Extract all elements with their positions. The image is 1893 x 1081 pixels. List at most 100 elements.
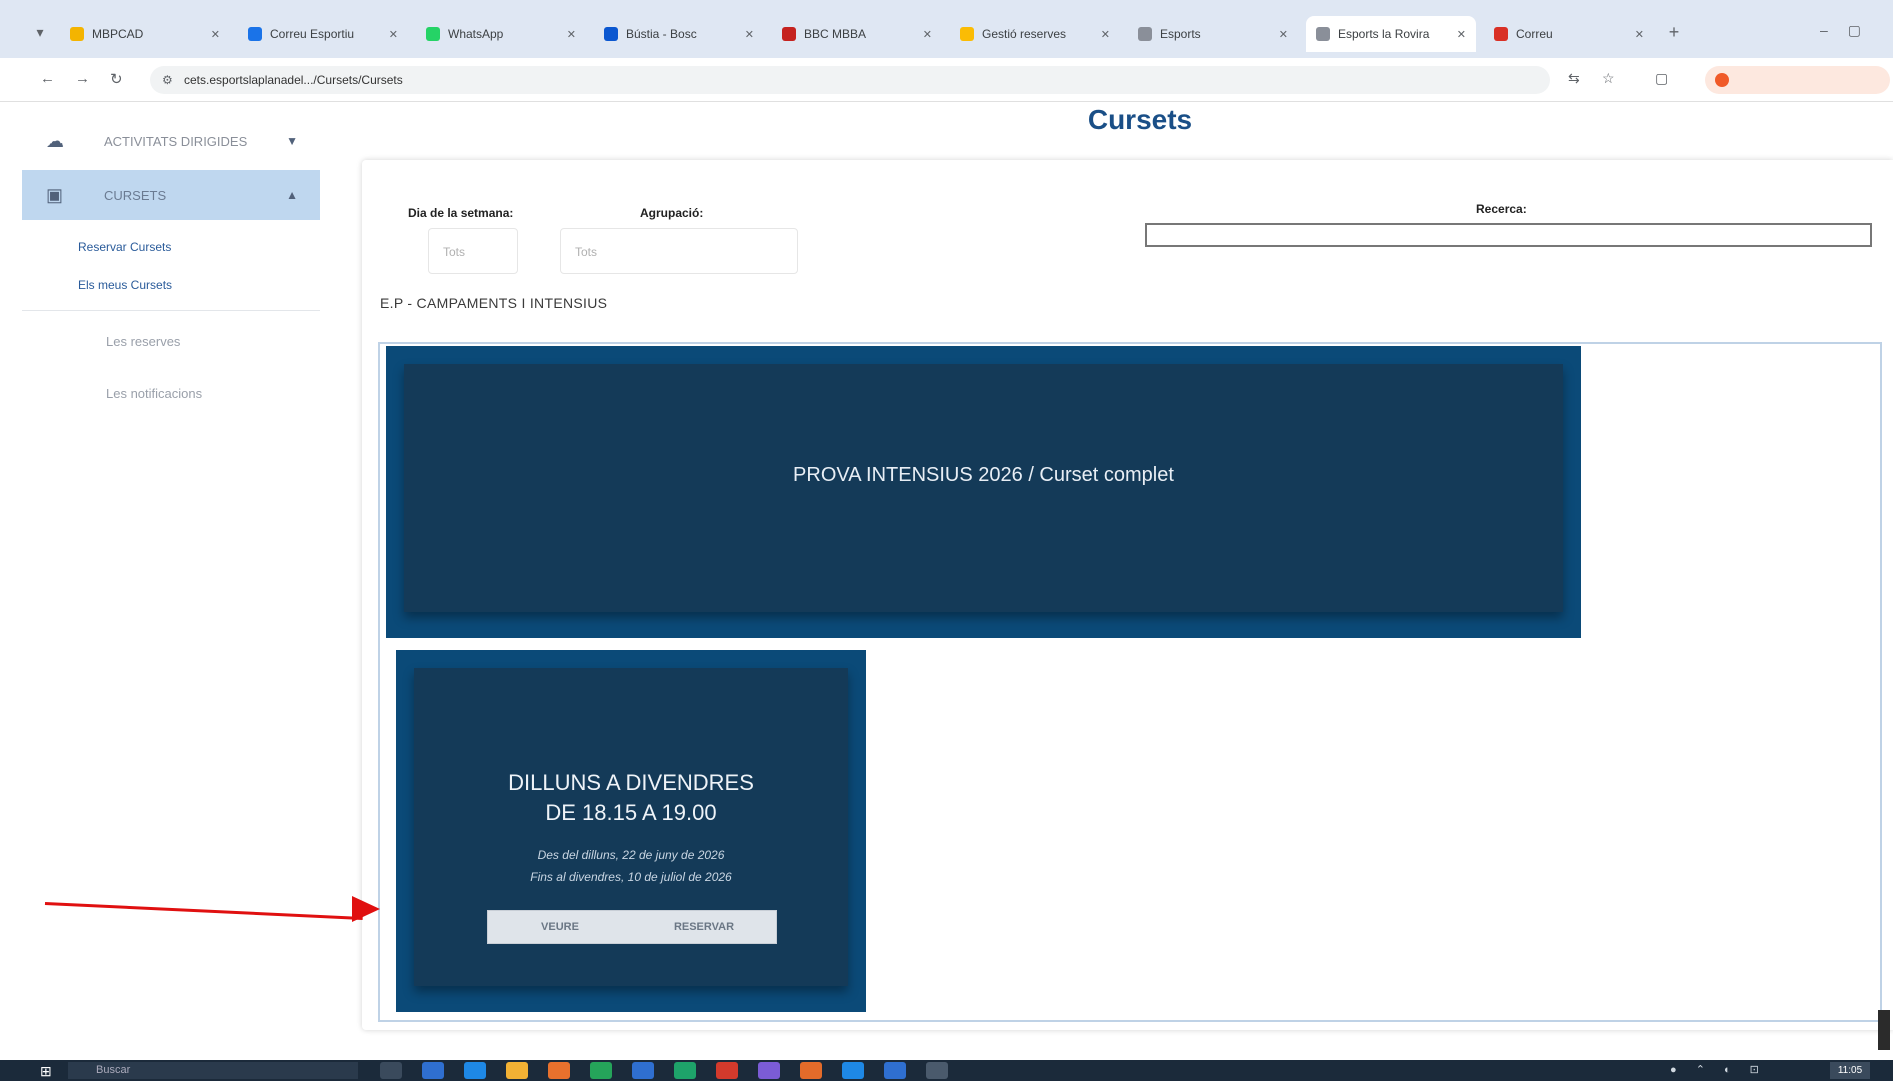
veure-button[interactable]: VEURE (488, 911, 632, 943)
tab-title: Esports la Rovira (1338, 27, 1430, 41)
tab-close-icon[interactable]: ✕ (745, 28, 754, 41)
day-filter-label: Dia de la setmana: (408, 206, 514, 220)
tab-close-icon[interactable]: ✕ (1101, 28, 1110, 41)
tab-title: Gestió reserves (982, 27, 1067, 41)
tab-close-icon[interactable]: ✕ (567, 28, 576, 41)
tab-favicon-icon (70, 27, 84, 41)
curset-card-title-days: DILLUNS A DIVENDRES (508, 770, 754, 795)
tab-title: Esports (1160, 27, 1201, 41)
taskbar-app-icon[interactable] (842, 1062, 864, 1079)
curset-end-date: Fins al divendres, 10 de juliol de 2026 (530, 870, 732, 884)
group-heading: E.P - CAMPAMENTS I INTENSIUS (380, 295, 608, 311)
sidebar-item-label: ACTIVITATS DIRIGIDES (104, 133, 248, 149)
browser-tab-bar: ▾ MBPCAD ✕ Correu Esportiu ✕ WhatsApp ✕ Bústia… (0, 0, 1893, 66)
annotation-arrow-head (352, 896, 380, 922)
taskbar-app-icon[interactable] (590, 1062, 612, 1079)
browser-tab[interactable]: Bústia - Bosc ✕ (594, 16, 764, 52)
tab-favicon-icon (1316, 27, 1330, 41)
people-icon: ☁ (46, 130, 64, 151)
tab-search-icon[interactable]: ▾ (30, 24, 50, 44)
browser-tab[interactable]: Esports la Rovira ✕ (1306, 16, 1476, 52)
sidebar-link-reservar-cursets[interactable]: Reservar Cursets (78, 240, 171, 254)
tab-title: BBC MBBA (804, 27, 867, 41)
scrollbar-thumb[interactable] (1878, 1010, 1890, 1050)
curset-card-horari[interactable]: DILLUNS A DIVENDRES DE 18.15 A 19.00 Des… (396, 650, 866, 1012)
curset-start-date: Des del dilluns, 22 de juny de 2026 (537, 848, 725, 862)
curset-card-complet[interactable]: PROVA INTENSIUS 2026 / Curset complet (386, 346, 1581, 638)
taskbar-app-icon[interactable] (632, 1062, 654, 1079)
taskbar-search[interactable]: Buscar (68, 1062, 358, 1079)
url-field[interactable]: ⚙ cets.esportslaplanadel.../Cursets/Curs… (150, 66, 1550, 94)
taskbar-app-icon[interactable] (422, 1062, 444, 1079)
browser-tab[interactable]: BBC MBBA ✕ (772, 16, 942, 52)
sidebar-item-notificacions[interactable]: Les notificacions (106, 386, 202, 401)
curset-card-actions: VEURE RESERVAR (487, 910, 777, 944)
browser-tab[interactable]: MBPCAD ✕ (60, 16, 230, 52)
tab-close-icon[interactable]: ✕ (389, 28, 398, 41)
browser-tab[interactable]: Esports ✕ (1128, 16, 1298, 52)
back-icon[interactable]: ← (40, 70, 55, 87)
os-taskbar: ⊞ Buscar ● ⌃ ◐ ⊡ 11:05 (0, 1060, 1893, 1081)
tab-close-icon[interactable]: ✕ (923, 28, 932, 41)
address-bar: ← → ↻ ⚙ cets.esportslaplanadel.../Curset… (0, 58, 1893, 102)
tab-favicon-icon (1494, 27, 1508, 41)
tab-title: Correu (1516, 27, 1553, 41)
tab-close-icon[interactable]: ✕ (1635, 28, 1644, 41)
browser-tab[interactable]: WhatsApp ✕ (416, 16, 586, 52)
tab-close-icon[interactable]: ✕ (1279, 28, 1288, 41)
taskbar-app-icon[interactable] (884, 1062, 906, 1079)
taskbar-app-icon[interactable] (380, 1062, 402, 1079)
sidebar-item-label: CURSETS (104, 187, 167, 203)
sidebar: ☁ ACTIVITATS DIRIGIDES ▼ ▣ CURSETS ▲ Res… (0, 102, 330, 1060)
tab-title: WhatsApp (448, 27, 504, 41)
curset-card-title-hours: DE 18.15 A 19.00 (545, 800, 717, 825)
new-tab-button[interactable]: + (1662, 22, 1686, 46)
group-filter-select[interactable]: Tots (560, 228, 798, 274)
profile-chip[interactable] (1705, 66, 1890, 94)
forward-icon[interactable]: → (75, 70, 90, 87)
taskbar-clock[interactable]: 11:05 (1830, 1062, 1870, 1079)
reservar-button[interactable]: RESERVAR (632, 911, 776, 943)
tab-title: MBPCAD (92, 27, 144, 41)
tab-close-icon[interactable]: ✕ (211, 28, 220, 41)
site-info-icon[interactable]: ⚙ (162, 66, 173, 94)
class-icon: ▣ (46, 184, 64, 205)
browser-tab[interactable]: Gestió reserves ✕ (950, 16, 1120, 52)
taskbar-app-icon[interactable] (548, 1062, 570, 1079)
search-input[interactable] (1145, 223, 1872, 247)
sidebar-item-activitats[interactable]: ☁ ACTIVITATS DIRIGIDES ▼ (22, 116, 320, 166)
chevron-down-icon: ▼ (286, 134, 298, 148)
browser-tab[interactable]: Correu Esportiu ✕ (238, 16, 408, 52)
sidebar-item-reserves[interactable]: Les reserves (106, 334, 180, 349)
tab-close-icon[interactable]: ✕ (1457, 28, 1466, 41)
page-title: Cursets (1087, 104, 1193, 135)
taskbar-app-icon[interactable] (800, 1062, 822, 1079)
windows-start-icon[interactable]: ⊞ (40, 1063, 56, 1079)
taskbar-app-icon[interactable] (674, 1062, 696, 1079)
taskbar-app-icon[interactable] (716, 1062, 738, 1079)
reload-icon[interactable]: ↻ (110, 70, 123, 88)
translate-icon[interactable]: ⇆ (1568, 70, 1580, 87)
curset-card-title: DILLUNS A DIVENDRES DE 18.15 A 19.00 (414, 768, 848, 828)
taskbar-apps (380, 1062, 968, 1079)
taskbar-app-icon[interactable] (464, 1062, 486, 1079)
tab-favicon-icon (782, 27, 796, 41)
bookmark-star-icon[interactable]: ☆ (1602, 70, 1615, 87)
taskbar-app-icon[interactable] (758, 1062, 780, 1079)
tab-title: Correu Esportiu (270, 27, 355, 41)
system-tray[interactable]: ● ⌃ ◐ ⊡ (1670, 1063, 1767, 1076)
sidebar-link-meus-cursets[interactable]: Els meus Cursets (78, 278, 172, 292)
day-filter-select[interactable]: Tots (428, 228, 518, 274)
window-controls[interactable]: –▢ (1820, 22, 1881, 39)
url-text: cets.esportslaplanadel.../Cursets/Curset… (184, 73, 403, 87)
extensions-icon[interactable]: ▢ (1655, 70, 1668, 87)
tab-favicon-icon (1138, 27, 1152, 41)
sidebar-item-cursets[interactable]: ▣ CURSETS ▲ (22, 170, 320, 220)
profile-avatar-icon (1715, 73, 1729, 87)
curset-card-title: PROVA INTENSIUS 2026 / Curset complet (793, 464, 1174, 486)
taskbar-app-icon[interactable] (926, 1062, 948, 1079)
tab-favicon-icon (426, 27, 440, 41)
browser-tab[interactable]: Correu ✕ (1484, 16, 1654, 52)
taskbar-app-icon[interactable] (506, 1062, 528, 1079)
tab-favicon-icon (604, 27, 618, 41)
